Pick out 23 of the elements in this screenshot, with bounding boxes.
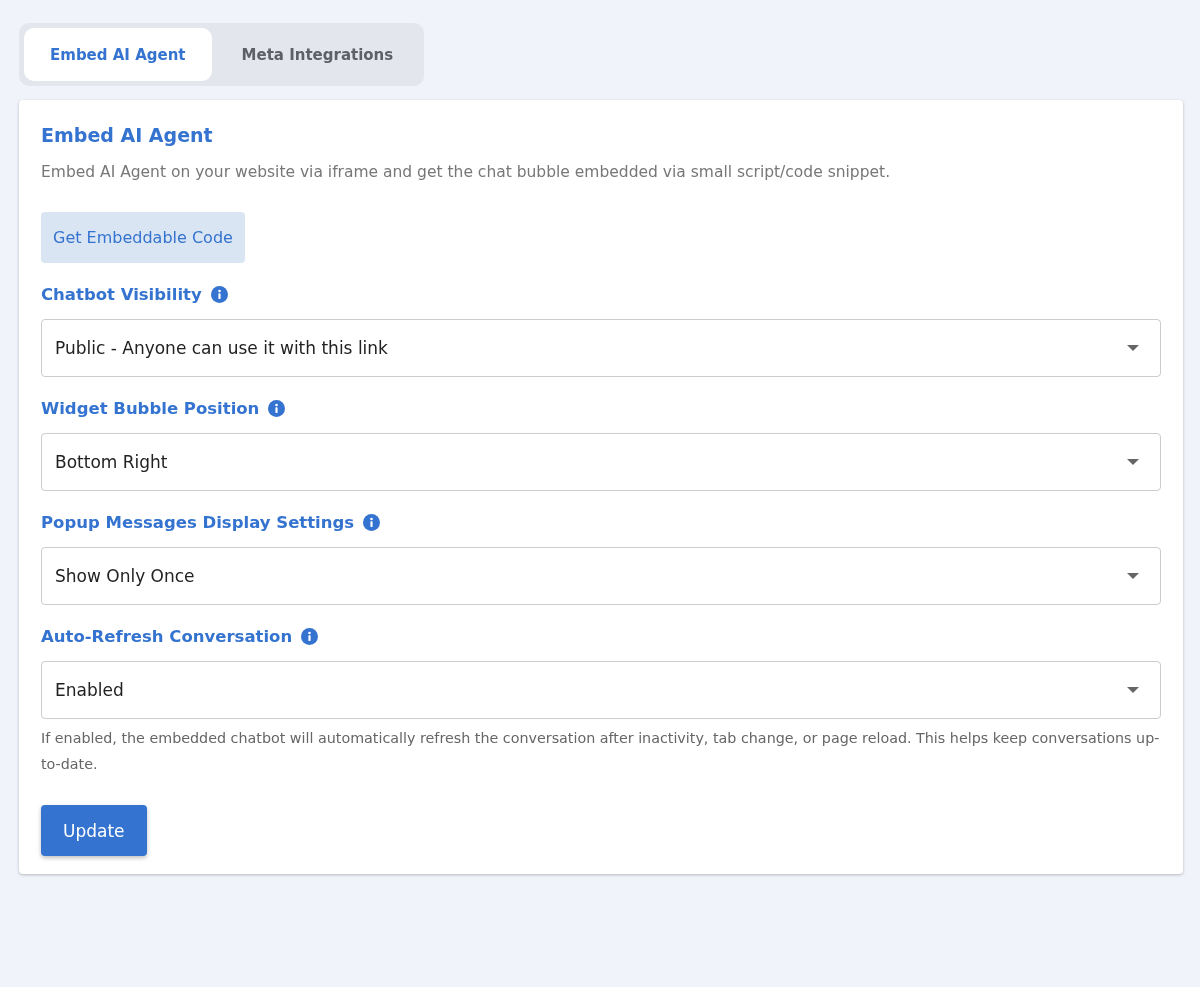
card-title: Embed AI Agent [41, 124, 214, 146]
dropdown-caret-icon [1126, 572, 1140, 580]
dropdown-field[interactable]: Public - Anyone can use it with this link [41, 319, 1161, 377]
info-icon[interactable] [268, 400, 286, 417]
dropdown-field[interactable]: Enabled [41, 661, 1161, 719]
update-button[interactable]: Update [41, 805, 147, 856]
field-label: Auto-Refresh Conversation [41, 627, 293, 646]
dropdown-field[interactable]: Show Only Once [41, 547, 1161, 605]
dropdown-field[interactable]: Bottom Right [41, 433, 1161, 491]
card-description: Embed AI Agent on your website via iframe and get the chat bubble embedded via small script/code snippet. [41, 163, 892, 181]
field-label: Chatbot Visibility [41, 285, 202, 304]
help-text: If enabled, the embedded chatbot will automatically refresh the conversation after inactivity, tab change, or page reload. This helps keep conversations up-to-date. [41, 729, 1161, 774]
field-label: Widget Bubble Position [41, 399, 260, 418]
dropdown-caret-icon [1126, 344, 1140, 352]
tab[interactable]: Embed AI Agent [24, 28, 212, 81]
info-icon[interactable] [363, 514, 381, 531]
field-label: Popup Messages Display Settings [41, 513, 355, 532]
get-code-button[interactable]: Get Embeddable Code [41, 212, 245, 263]
dropdown-caret-icon [1126, 458, 1140, 466]
info-icon[interactable] [301, 628, 319, 645]
tab[interactable]: Meta Integrations [215, 28, 420, 81]
info-icon[interactable] [210, 286, 228, 303]
dropdown-caret-icon [1126, 686, 1140, 694]
